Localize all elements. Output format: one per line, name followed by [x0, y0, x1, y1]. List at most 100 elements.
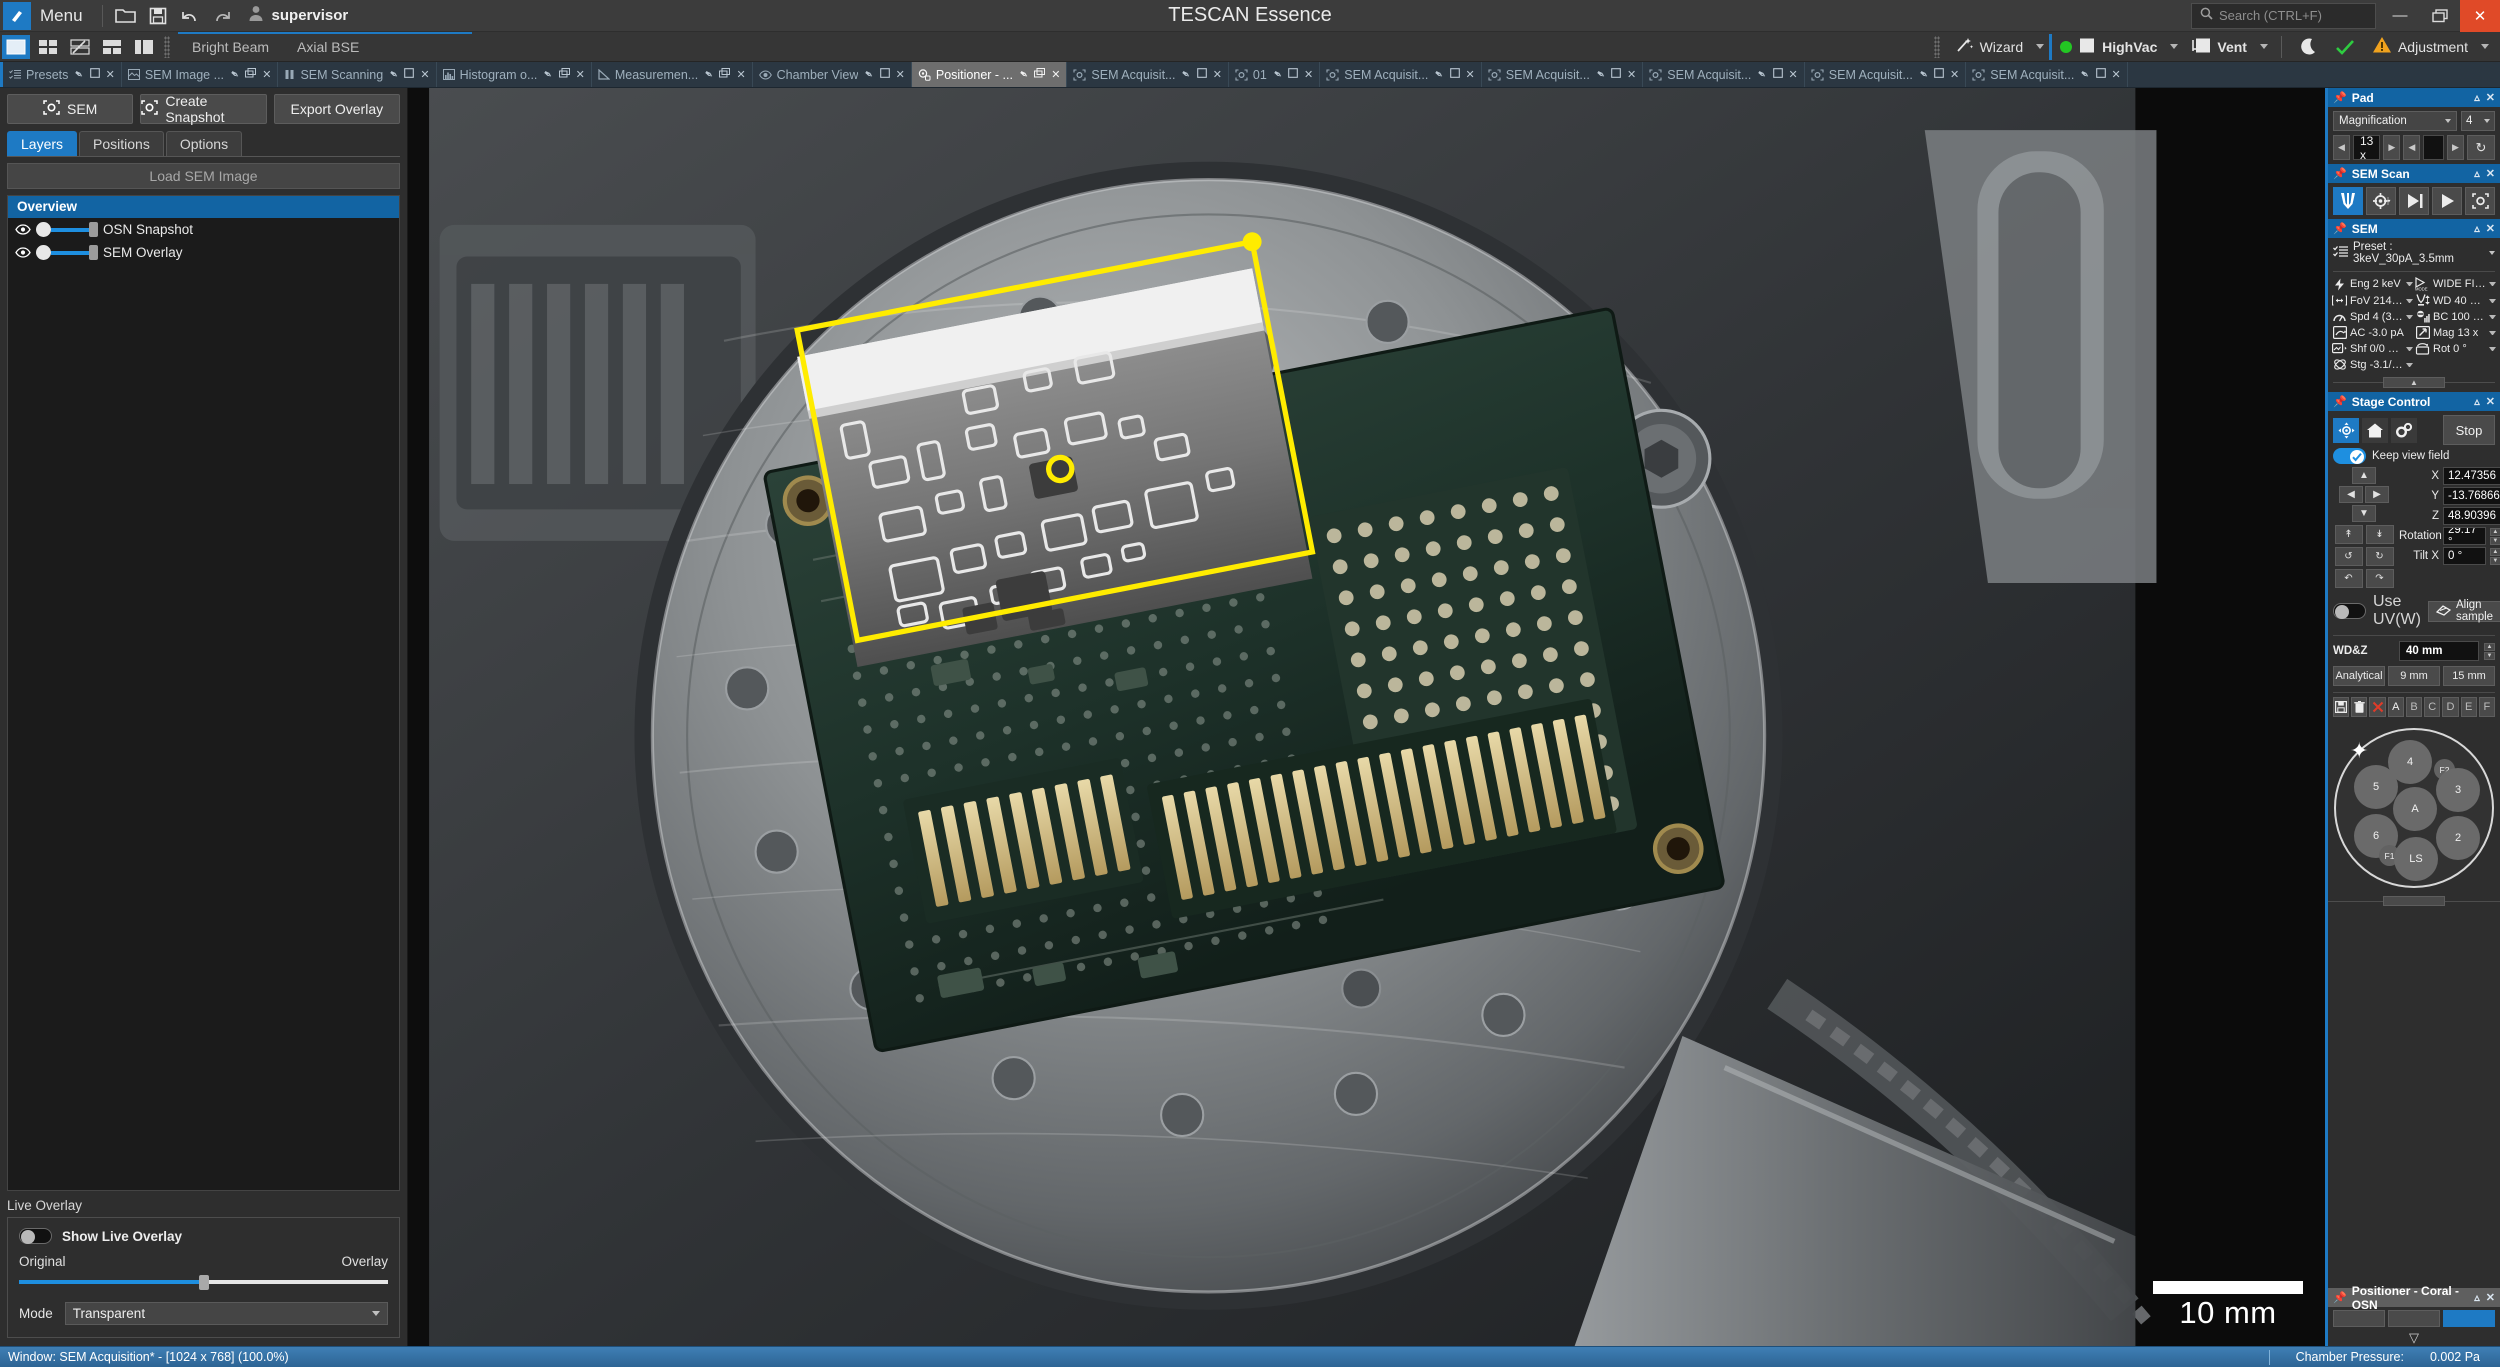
tab-histogram-o[interactable]: Histogram o... ✒ ✕	[437, 62, 592, 87]
restore-button[interactable]	[2420, 0, 2460, 32]
open-folder-icon[interactable]	[110, 2, 142, 30]
adjustment-button[interactable]: Adjustment	[2364, 34, 2476, 60]
single-view-layout-button[interactable]	[2, 34, 30, 59]
close-icon[interactable]: ✕	[1950, 68, 1959, 81]
pad-panel-header[interactable]: 📌 Pad ▵ ✕	[2328, 88, 2500, 107]
chevron-down-icon[interactable]	[2489, 282, 2496, 286]
sem-panel-header[interactable]: 📌 SEM ▵ ✕	[2328, 219, 2500, 238]
wheel-node-a[interactable]: A	[2393, 787, 2437, 831]
close-icon[interactable]: ✕	[2486, 167, 2495, 180]
stage-control-panel-header[interactable]: 📌 Stage Control ▵ ✕	[2328, 392, 2500, 411]
maximize-icon[interactable]	[1611, 68, 1621, 81]
collapse-icon[interactable]: ▵	[2474, 395, 2480, 408]
maximize-icon[interactable]	[1772, 68, 1783, 81]
pin-icon[interactable]: ✒	[2077, 67, 2092, 82]
wdz-preset-analytical[interactable]: Analytical	[2333, 666, 2385, 686]
three-view-layout-button[interactable]	[98, 35, 126, 59]
chevron-down-icon[interactable]	[2406, 298, 2413, 303]
positioner-panel-header[interactable]: 📌 Positioner - Coral - OSN ▵ ✕	[2328, 1284, 2500, 1312]
quad-view-layout-button[interactable]	[34, 35, 62, 59]
list-item[interactable]: OSN Snapshot	[8, 218, 399, 241]
maximize-icon[interactable]	[1449, 68, 1460, 81]
sem-param-shift[interactable]: Shf 0/0 µm	[2332, 342, 2413, 355]
position-memory-F[interactable]: F	[2478, 697, 2495, 717]
coord-value-field[interactable]: 29.17 °	[2443, 527, 2486, 545]
adjustment-dropdown-icon[interactable]	[2481, 44, 2489, 49]
collapse-icon[interactable]: ▵	[2474, 167, 2480, 180]
pin-icon[interactable]: 📌	[2333, 395, 2347, 408]
split-view-layout-button[interactable]	[130, 35, 158, 59]
wheel-node-5[interactable]: 5	[2354, 765, 2398, 809]
position-memory-B[interactable]: B	[2405, 697, 2423, 717]
tab-sem-scanning[interactable]: SEM Scanning ✒ ✕	[278, 62, 437, 87]
tab-positioner[interactable]: Positioner - ... ✒ ✕	[911, 62, 1068, 87]
pad2-decrease-button[interactable]: ◀	[2403, 135, 2421, 160]
pin-icon[interactable]: ✒	[227, 67, 242, 82]
chevron-down-icon[interactable]	[2489, 330, 2496, 335]
wheel-node-3[interactable]: 3	[2436, 768, 2480, 812]
tab-presets[interactable]: Presets ✒ ✕	[0, 62, 122, 87]
tab-layers[interactable]: Layers	[7, 131, 78, 156]
positioner-viewport[interactable]: XMD-13 XMD-13	[408, 88, 2325, 1346]
pin-icon[interactable]: ✒	[862, 67, 877, 82]
stage-position-wheel[interactable]: ✦ 4 F2 3 5 A 2 6 F1 LS	[2334, 728, 2494, 888]
collapse-icon[interactable]: ▵	[2474, 1291, 2480, 1304]
sem-param-mode[interactable]: MODE WIDE FIELD	[2415, 277, 2496, 291]
tab-sem-acquisit[interactable]: SEM Acquisit... ✒ ✕	[1320, 62, 1482, 87]
load-sem-image-button[interactable]: Load SEM Image	[7, 163, 400, 189]
overlay-blend-slider[interactable]	[19, 1275, 388, 1290]
create-snapshot-button[interactable]: Create Snapshot	[140, 93, 267, 125]
overlay-mode-select[interactable]: Transparent	[64, 1302, 388, 1325]
close-icon[interactable]: ✕	[106, 68, 115, 81]
close-icon[interactable]: ✕	[420, 68, 429, 81]
vacuum-dropdown-icon[interactable]	[2170, 44, 2179, 49]
wdz-value-field[interactable]: 40 mm	[2399, 641, 2479, 661]
sem-param-absorbed-current[interactable]: AC -3.0 pA	[2332, 326, 2413, 339]
close-icon[interactable]: ✕	[2486, 222, 2495, 235]
pad-mode-select[interactable]: Magnification	[2333, 111, 2457, 131]
move-stage-icon-button[interactable]	[2333, 417, 2359, 443]
stage-down-button[interactable]: ▼	[2352, 505, 2376, 522]
coord-value-field[interactable]: 0 °	[2443, 547, 2486, 565]
search-input[interactable]: Search (CTRL+F)	[2191, 2, 2376, 29]
collapse-icon[interactable]: ▵	[2474, 91, 2480, 104]
maximize-icon[interactable]	[404, 68, 415, 81]
undo-icon[interactable]	[174, 2, 206, 30]
chevron-down-icon[interactable]	[2489, 298, 2496, 303]
tab-sem-image[interactable]: SEM Image ... ✒ ✕	[122, 62, 279, 87]
chevron-down-icon[interactable]: ▽	[2328, 1330, 2500, 1346]
stop-button[interactable]: Stop	[2443, 415, 2495, 445]
minimize-button[interactable]: —	[2380, 0, 2420, 32]
sem-button[interactable]: SEM	[7, 94, 134, 124]
close-icon[interactable]: ✕	[2486, 91, 2495, 104]
close-icon[interactable]: ✕	[1789, 68, 1798, 81]
close-icon[interactable]: ✕	[1051, 68, 1060, 81]
beam-tab-bright-beam[interactable]: Bright Beam	[178, 33, 283, 61]
chevron-down-icon[interactable]	[2489, 314, 2496, 319]
vacuum-mode-button[interactable]: HighVac	[2052, 34, 2165, 60]
wheel-node-2[interactable]: 2	[2436, 816, 2480, 860]
restore-icon[interactable]	[245, 68, 257, 81]
single-scan-icon-button[interactable]	[2399, 187, 2429, 215]
tab-01[interactable]: 01 ✒ ✕	[1229, 62, 1321, 87]
positioner-button-3[interactable]	[2443, 1310, 2495, 1327]
acquire-icon-button[interactable]	[2465, 187, 2495, 215]
layer-opacity-slider[interactable]	[36, 245, 98, 260]
restore-icon[interactable]	[1034, 68, 1046, 81]
tab-measuremen[interactable]: Measuremen... ✒ ✕	[592, 62, 753, 87]
sem-param-wd[interactable]: WD 40 mm	[2415, 294, 2496, 307]
pin-icon[interactable]: ✒	[1270, 67, 1285, 82]
pin-icon[interactable]: ✒	[1593, 67, 1608, 82]
sem-param-beam-current[interactable]: BC 100 pA	[2415, 310, 2496, 323]
use-uv-toggle[interactable]	[2333, 603, 2366, 619]
close-icon[interactable]: ✕	[2112, 68, 2121, 81]
status-ok-check-icon[interactable]	[2326, 34, 2364, 60]
stage-up-button[interactable]: ▲	[2352, 467, 2376, 484]
toolbar-grip-right[interactable]	[1933, 35, 1940, 58]
close-icon[interactable]: ✕	[1627, 68, 1636, 81]
stage-scroll-strip[interactable]	[2328, 894, 2500, 908]
pin-icon[interactable]: ✒	[541, 67, 556, 82]
chevron-down-icon[interactable]	[2406, 282, 2413, 286]
collapse-handle[interactable]: ▲	[2383, 377, 2445, 388]
chevron-down-icon[interactable]	[2406, 346, 2413, 351]
